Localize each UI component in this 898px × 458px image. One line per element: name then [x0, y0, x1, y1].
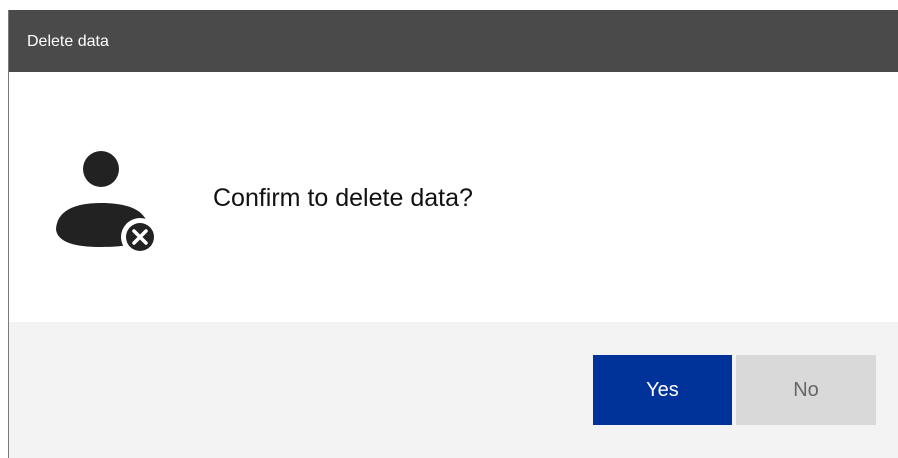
dialog-footer: Yes No — [9, 322, 898, 458]
delete-data-dialog: Delete data Confirm to delete data? Yes … — [0, 0, 898, 458]
user-delete-icon — [56, 151, 159, 255]
dialog-title: Delete data — [27, 33, 109, 50]
no-button[interactable]: No — [736, 355, 876, 425]
dialog-body: Confirm to delete data? — [9, 72, 898, 322]
confirmation-message: Confirm to delete data? — [213, 184, 473, 212]
yes-button[interactable]: Yes — [593, 355, 732, 425]
window-top-strip — [0, 0, 898, 10]
dialog-titlebar[interactable]: Delete data — [9, 10, 898, 72]
